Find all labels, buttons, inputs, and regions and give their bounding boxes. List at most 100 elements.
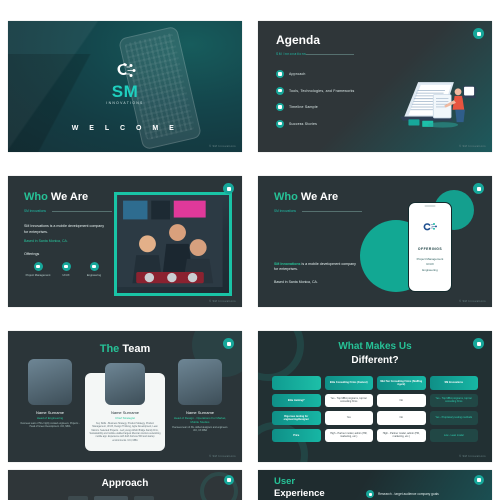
process-step[interactable]: Research - target audience company goals (366, 490, 439, 498)
location-text: Based in Santa Monica, CA. (24, 239, 68, 243)
page-title: Who We Are (274, 191, 338, 203)
kicker-rule (306, 54, 354, 55)
slide-welcome[interactable]: SM INNOVATIONS W E L C O M E © SM Innova… (8, 21, 242, 152)
body-text: SM Innovations is a mobile development c… (274, 262, 360, 273)
slide-footer: © SM Innovations (459, 300, 486, 303)
phone-offerings-list: Project Management UI/UX Engineering (409, 257, 451, 273)
agenda-item[interactable]: Approach (276, 70, 355, 78)
agenda-item-label: Approach (289, 72, 306, 76)
table-column-header: Mid-Tier Consulting Firms (Staffing Agen… (377, 376, 426, 390)
phone-heading: OFFERINGS (417, 247, 443, 251)
sm-logo-badge-icon[interactable] (473, 28, 484, 39)
member-bio: Key Skills - Business Strategy, Product … (89, 423, 161, 442)
page-title: The Team (8, 343, 242, 355)
page-title: Who We Are (24, 191, 88, 203)
phone-mockup: OFFERINGS Project Management UI/UX Engin… (408, 202, 452, 292)
slide-footer: © SM Innovations (459, 455, 486, 458)
logo-subtext: INNOVATIONS (106, 101, 144, 105)
page-title-accent: The (99, 343, 120, 355)
slide-team[interactable]: The Team Name Surname Head of Engineerin… (8, 331, 242, 462)
list-item: Engineering (422, 267, 438, 272)
table-row: Price High - Partner model, admin (HR, m… (272, 428, 478, 442)
member-avatar-right (178, 359, 222, 405)
page-title-rest: We Are (297, 191, 339, 203)
table-cell: No (377, 411, 426, 425)
page-title-accent: Who (274, 191, 298, 203)
page-title: Agenda (276, 33, 321, 47)
team-group-photo (114, 192, 232, 296)
table-row: Elite training? Yes - Top MBA programs, … (272, 393, 478, 407)
research-step-icon (366, 490, 374, 498)
sm-logo-badge-icon[interactable] (223, 338, 234, 349)
slide-who-we-are-photo[interactable]: Who We Are SM Innovations SM Innovations… (8, 176, 242, 307)
slide-agenda[interactable]: Agenda SM Innovations Approach Tools, Te… (258, 21, 492, 152)
page-title-line2: Different? (351, 354, 399, 366)
table-cell: Low - Lean model (429, 428, 478, 442)
table-row-label: Price (272, 428, 321, 442)
slide-what-makes-us-different[interactable]: What Makes Us Different? Elite Consultin… (258, 331, 492, 462)
slide-user-experience[interactable]: User Experience Research - target audien… (258, 470, 492, 500)
table-cell: No (377, 393, 426, 407)
page-title-line1: What Makes Us (338, 341, 412, 352)
offering-label: Engineering (86, 273, 102, 277)
kicker-rule (302, 211, 362, 212)
offering-item[interactable]: Project Management (24, 262, 52, 277)
table-cell: High - Partner model, admin (HR, marketi… (324, 428, 373, 442)
approach-block (134, 496, 154, 500)
agenda-item-label: Timeline Sample (289, 105, 318, 109)
team-member-card[interactable]: Name Surname Head of Design - Operations… (170, 359, 230, 434)
sm-logo-badge-icon[interactable] (473, 338, 484, 349)
agenda-item[interactable]: Tools, Technologies, and Frameworks (276, 86, 355, 95)
member-avatar-left (28, 359, 72, 405)
sm-logo-badge-icon[interactable] (474, 475, 484, 485)
member-role: Head of Engineering (36, 416, 64, 420)
agenda-list: Approach Tools, Technologies, and Framew… (276, 70, 355, 136)
agenda-item-label: Success Stories (289, 121, 318, 126)
table-cell: Yes - Top MBA programs, top tier consult… (324, 393, 373, 407)
table-cell: High - Partner model, admin (HR, marketi… (377, 428, 426, 442)
page-title: Approach (101, 478, 149, 489)
slide-who-we-are-phone[interactable]: Who We Are SM Innovations SM Innovations… (258, 176, 492, 307)
table-column-header: SM Innovations (429, 376, 478, 390)
sm-logo-badge-icon[interactable] (473, 183, 484, 194)
circuit-brain-icon (112, 61, 138, 81)
table-cell: Yes - Top MBA programs, top tier consult… (429, 393, 478, 407)
table-cell: Yes - Proprietary testing methods (429, 411, 478, 425)
agenda-item[interactable]: Success Stories (276, 119, 355, 128)
presentation-thumbnail-grid: SM INNOVATIONS W E L C O M E © SM Innova… (0, 0, 500, 500)
slide-footer: © SM Innovations (209, 300, 236, 303)
slide-approach[interactable]: Approach (8, 470, 242, 500)
page-title-rest: Team (119, 343, 151, 355)
slide-kicker: SM Innovations (274, 209, 296, 213)
kicker-rule (52, 211, 112, 212)
table-row: Rigorous testing for engineering/designe… (272, 411, 478, 425)
success-icon (276, 119, 284, 128)
member-name: Name Surname (185, 410, 214, 415)
offerings-list: Project Management UI/UX Engineering (24, 262, 108, 277)
logo-text: SM (111, 82, 139, 101)
table-cell: Yes (324, 411, 373, 425)
offerings-label: Offerings (24, 252, 40, 256)
agenda-item-label: Tools, Technologies, and Frameworks (289, 88, 355, 93)
team-member-card[interactable]: Name Surname Chief Strategist Key Skills… (85, 363, 165, 451)
offering-item[interactable]: Engineering (80, 262, 108, 277)
project-management-icon (33, 262, 43, 271)
page-title-accent: Who (24, 191, 48, 203)
approach-block (94, 496, 128, 500)
approach-icon (276, 70, 284, 78)
team-member-card[interactable]: Name Surname Head of Engineering Oversee… (20, 359, 80, 430)
member-role: Chief Strategist (115, 416, 135, 420)
member-role: Head of Design - Operations For Market, … (173, 416, 227, 424)
slide-footer: © SM Innovations (459, 145, 486, 148)
member-avatar-center (105, 363, 145, 405)
offering-item[interactable]: UI/UX (52, 262, 80, 277)
table-row-label: Rigorous testing for engineering/designe… (272, 411, 321, 425)
page-title-accent: User (274, 476, 296, 487)
agenda-item[interactable]: Timeline Sample (276, 103, 355, 111)
sm-logo-badge-icon[interactable] (224, 475, 234, 485)
slide-kicker: SM Innovations (276, 52, 307, 56)
tools-icon (276, 86, 284, 95)
slide-footer: © SM Innovations (209, 455, 236, 458)
member-bio: Oversees team of 30+ skilled designers a… (171, 427, 229, 433)
sm-logo-badge-icon[interactable] (223, 183, 234, 194)
